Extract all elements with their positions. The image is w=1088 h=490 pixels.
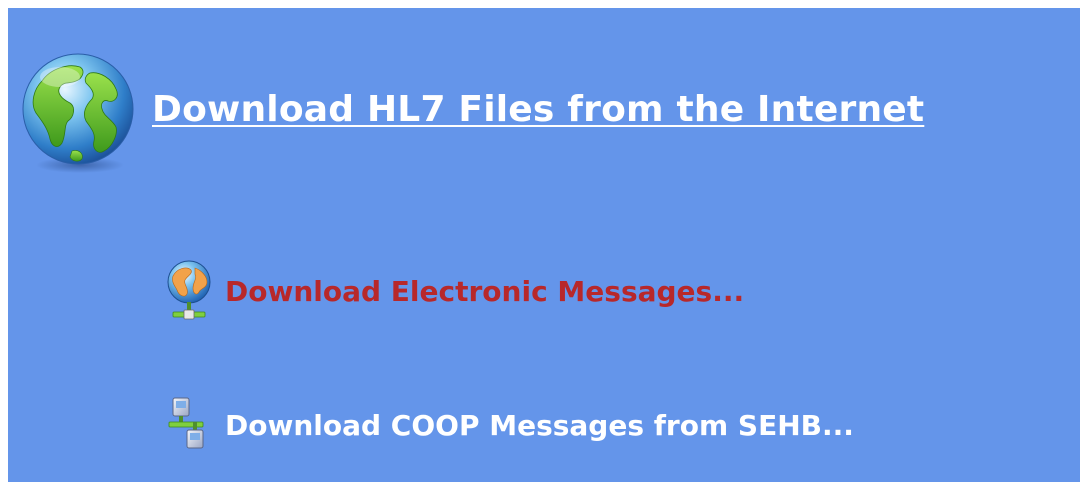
download-electronic-messages-label[interactable]: Download Electronic Messages... [225,275,744,308]
task-panel: Download HL7 Files from the Internet Dow… [8,8,1080,482]
download-electronic-messages-link[interactable]: Download Electronic Messages... [163,258,744,324]
network-globe-icon [167,260,211,320]
globe-icon [22,53,134,173]
download-coop-messages-label[interactable]: Download COOP Messages from SEHB... [225,409,854,442]
page-title[interactable]: Download HL7 Files from the Internet [152,89,924,130]
panel-header: Download HL7 Files from the Internet [20,48,924,178]
download-coop-messages-link[interactable]: Download COOP Messages from SEHB... [163,392,854,458]
network-computers-icon [168,397,204,449]
